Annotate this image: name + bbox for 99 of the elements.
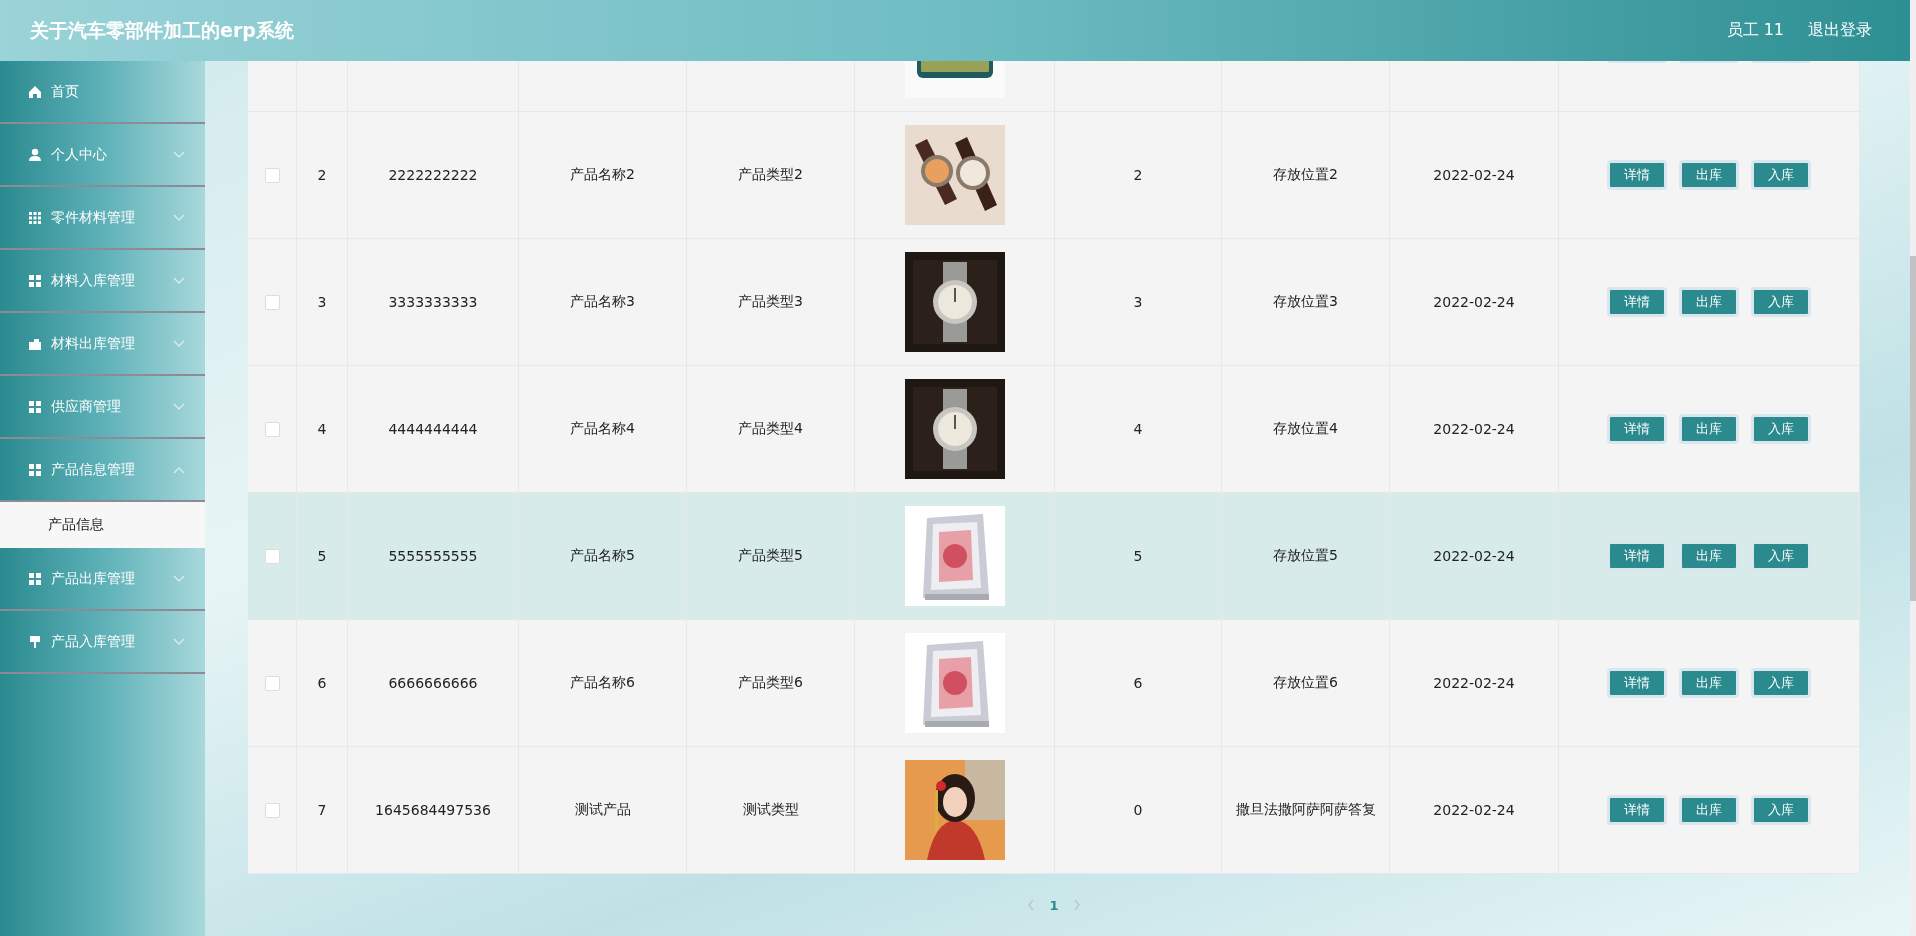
table-cell: 5 — [1133, 548, 1143, 564]
table-cell: 产品名称6 — [570, 674, 635, 692]
table-cell: 6 — [1133, 675, 1143, 691]
chevron-icon — [173, 276, 185, 285]
grid-icon — [28, 273, 42, 288]
table-cell: 存放位置2 — [1273, 166, 1338, 184]
table-cell: 3 — [1133, 294, 1143, 310]
action-button[interactable]: 详情 — [1607, 287, 1667, 317]
table-cell: 存放位置3 — [1273, 293, 1338, 311]
action-button[interactable]: 入库 — [1751, 160, 1811, 190]
briefcase-icon — [28, 336, 42, 351]
scrollbar[interactable] — [1910, 0, 1916, 936]
checkbox[interactable] — [264, 167, 280, 183]
table-cell: 2 — [317, 167, 327, 183]
chevron-icon — [173, 402, 185, 411]
checkbox[interactable] — [264, 421, 280, 437]
action-button[interactable]: 出库 — [1679, 541, 1739, 571]
table-cell: 3 — [317, 294, 327, 310]
pin-icon — [28, 634, 42, 649]
action-button[interactable]: 入库 — [1751, 414, 1811, 444]
table-cell: 2022-02-24 — [1433, 167, 1515, 183]
checkbox[interactable] — [264, 548, 280, 564]
table-cell: 2022-02-24 — [1433, 548, 1515, 564]
sidebar-item[interactable]: 供应商管理 — [0, 376, 205, 439]
page-number[interactable]: 1 — [1049, 897, 1059, 913]
table-cell: 0 — [1133, 802, 1143, 818]
action-button[interactable]: 详情 — [1607, 795, 1667, 825]
sidebar-item[interactable]: 个人中心 — [0, 124, 205, 187]
table-cell: 测试类型 — [742, 801, 799, 819]
chevron-icon — [173, 465, 185, 474]
sidebar-item[interactable]: 材料出库管理 — [0, 313, 205, 376]
action-button[interactable]: 详情 — [1607, 160, 1667, 190]
table-cell: 存放位置6 — [1273, 674, 1338, 692]
action-button[interactable]: 详情 — [1607, 414, 1667, 444]
action-button[interactable]: 详情 — [1607, 541, 1667, 571]
table-cell: 2 — [1133, 167, 1143, 183]
previous-page-icon[interactable] — [1027, 899, 1036, 911]
table-cell: 产品类型2 — [738, 166, 803, 184]
user-icon — [28, 147, 42, 162]
table-cell: 2022-02-24 — [1433, 675, 1515, 691]
grid-icon — [28, 210, 42, 225]
action-button[interactable]: 入库 — [1751, 668, 1811, 698]
sidebar-item[interactable]: 首页 — [0, 61, 205, 124]
table-cell: 5 — [317, 548, 327, 564]
chevron-icon — [173, 213, 185, 222]
table-cell: 1645684497536 — [375, 802, 491, 818]
action-button[interactable]: 出库 — [1679, 795, 1739, 825]
checkbox[interactable] — [264, 802, 280, 818]
table-cell: 产品名称5 — [570, 547, 635, 565]
table-cell: 存放位置4 — [1273, 420, 1338, 438]
table-cell: 产品类型3 — [738, 293, 803, 311]
table-cell: 4 — [1133, 421, 1143, 437]
table-cell: 产品名称3 — [570, 293, 635, 311]
action-button[interactable]: 出库 — [1679, 160, 1739, 190]
app-title: 关于汽车零部件加工的erp系统 — [30, 17, 294, 43]
chevron-icon — [173, 637, 185, 646]
table-cell: 2022-02-24 — [1433, 802, 1515, 818]
table-cell: 产品类型5 — [738, 547, 803, 565]
user-name[interactable]: 员工 11 — [1726, 20, 1784, 41]
chevron-icon — [173, 574, 185, 583]
sidebar-item[interactable]: 产品入库管理 — [0, 611, 205, 674]
table-cell: 3333333333 — [388, 294, 478, 310]
table-cell: 5555555555 — [388, 548, 478, 564]
table-cell: 测试产品 — [574, 801, 631, 819]
logout-link[interactable]: 退出登录 — [1808, 20, 1872, 41]
submenu-item[interactable]: 产品信息 — [0, 502, 205, 548]
table-cell: 6666666666 — [388, 675, 478, 691]
action-button[interactable]: 详情 — [1607, 668, 1667, 698]
action-button[interactable]: 出库 — [1679, 414, 1739, 444]
table-cell: 2022-02-24 — [1433, 421, 1515, 437]
table-cell: 撒旦法撒阿萨阿萨答复 — [1235, 801, 1376, 819]
action-button[interactable]: 入库 — [1751, 541, 1811, 571]
sidebar-item[interactable]: 零件材料管理 — [0, 187, 205, 250]
checkbox[interactable] — [264, 294, 280, 310]
grid-icon — [28, 399, 42, 414]
table-cell: 7 — [317, 802, 327, 818]
table-cell: 4444444444 — [388, 421, 478, 437]
grid-icon — [28, 462, 42, 477]
checkbox[interactable] — [264, 675, 280, 691]
table-cell: 4 — [317, 421, 327, 437]
action-button[interactable]: 出库 — [1679, 287, 1739, 317]
table-cell: 存放位置5 — [1273, 547, 1338, 565]
table-cell: 6 — [317, 675, 327, 691]
action-button[interactable]: 入库 — [1751, 287, 1811, 317]
table-cell: 产品类型4 — [738, 420, 803, 438]
home-icon — [28, 84, 42, 99]
action-button[interactable]: 入库 — [1751, 795, 1811, 825]
table-cell: 产品名称4 — [570, 420, 635, 438]
sidebar-item[interactable]: 产品出库管理 — [0, 548, 205, 611]
table-cell: 产品名称2 — [570, 166, 635, 184]
next-page-icon[interactable] — [1072, 899, 1081, 911]
chevron-icon — [173, 150, 185, 159]
grid-icon — [28, 571, 42, 586]
table-cell: 2022-02-24 — [1433, 294, 1515, 310]
chevron-icon — [173, 339, 185, 348]
action-button[interactable]: 出库 — [1679, 668, 1739, 698]
sidebar-item[interactable]: 材料入库管理 — [0, 250, 205, 313]
table-cell: 2222222222 — [388, 167, 478, 183]
table-cell: 产品类型6 — [738, 674, 803, 692]
